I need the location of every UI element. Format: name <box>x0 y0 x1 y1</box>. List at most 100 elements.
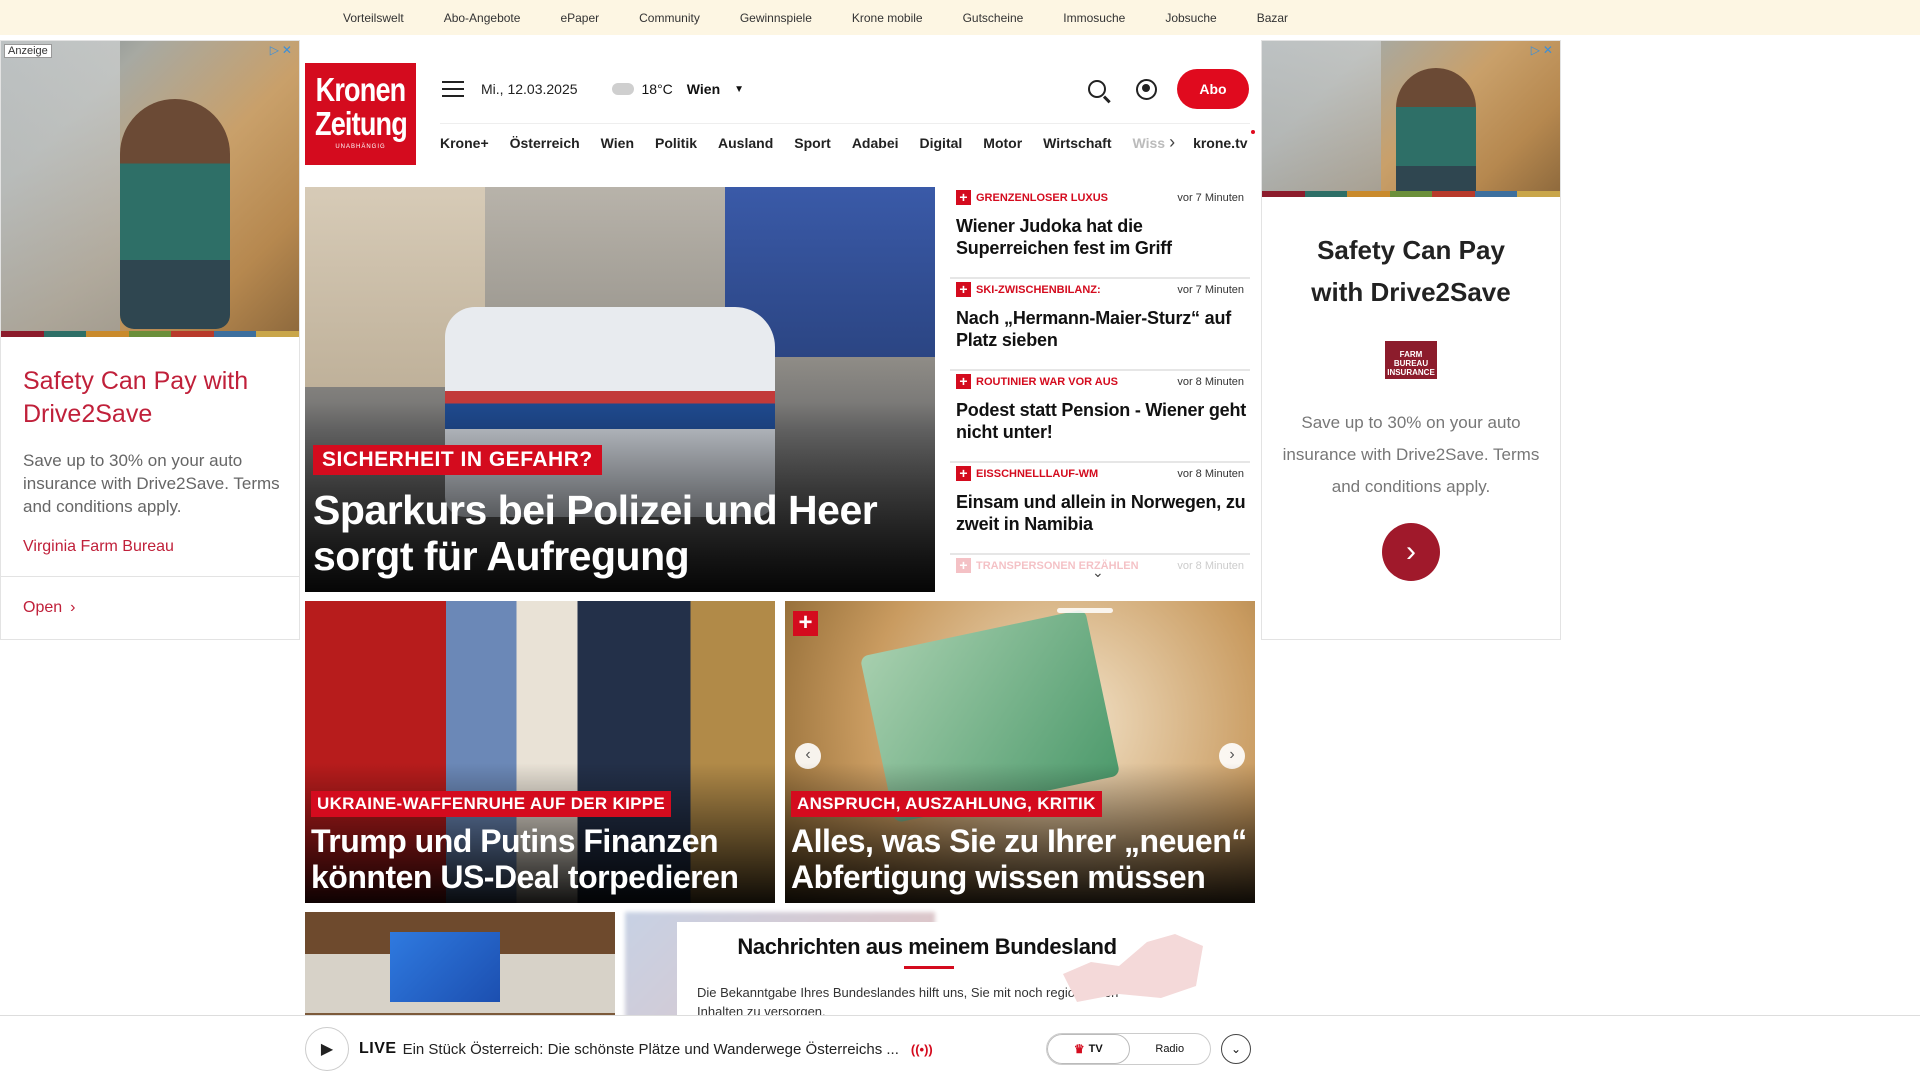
ad-cta-button[interactable]: › <box>1382 523 1440 581</box>
logo-tagline: UNABHÄNGIG <box>335 144 386 150</box>
ad-color-stripe <box>1 331 300 337</box>
news-title[interactable]: Einsam und allein in Norwegen, zu zweit … <box>956 491 1250 535</box>
news-time: vor 7 Minuten <box>1177 191 1244 204</box>
topbar-link-community[interactable]: Community <box>639 11 700 25</box>
live-title[interactable]: Ein Stück Österreich: Die schönste Plätz… <box>403 1041 899 1058</box>
abo-button[interactable]: Abo <box>1177 69 1249 109</box>
ad-title[interactable]: Safety Can Pay with Drive2Save <box>23 365 283 431</box>
news-title[interactable]: Wiener Judoka hat die Superreichen fest … <box>956 215 1250 259</box>
utility-bar: Vorteilswelt Abo-Angebote ePaper Communi… <box>0 0 1920 35</box>
list-item[interactable]: + GRENZENLOSER LUXUS vor 7 Minuten Wiener… <box>950 187 1250 279</box>
live-player-bar: ▶ LIVE Ein Stück Österreich: Die schönst… <box>0 1015 1920 1080</box>
menu-icon[interactable] <box>442 81 464 97</box>
news-kicker: ROUTINIER WAR VOR AUS <box>976 375 1118 388</box>
nav-item-motor[interactable]: Motor <box>983 135 1022 151</box>
city-selector[interactable]: Wien <box>687 81 720 97</box>
nav-item-krone-tv[interactable]: krone.tv <box>1193 129 1256 151</box>
search-icon[interactable] <box>1088 80 1106 98</box>
play-icon[interactable]: ▶ <box>305 1027 349 1071</box>
radio-toggle-option[interactable]: Radio <box>1130 1034 1211 1064</box>
left-ad[interactable]: Anzeige ▷✕ Safety Can Pay with Drive2Sav… <box>0 40 300 640</box>
ad-stripe-segment <box>1474 191 1518 197</box>
hero-headline[interactable]: Sparkurs bei Polizei und Heer sorgt für … <box>313 487 923 579</box>
list-item[interactable]: + SKI-ZWISCHENBILANZ: vor 7 Minuten Nach … <box>950 279 1250 371</box>
ad-stripe-segment <box>1304 191 1348 197</box>
ad-color-stripe <box>1262 191 1561 197</box>
card-headline[interactable]: Alles, was Sie zu Ihrer „neuen“ Abfertig… <box>791 823 1251 895</box>
topbar-link-gutscheine[interactable]: Gutscheine <box>963 11 1024 25</box>
user-icon[interactable] <box>1136 78 1157 100</box>
ad-photo[interactable] <box>1 41 299 331</box>
card-kicker: ANSPRUCH, AUSZAHLUNG, KRITIK <box>791 791 1102 817</box>
kronen-zeitung-logo[interactable]: Kronen Zeitung UNABHÄNGIG <box>305 63 416 165</box>
topbar-link-immosuche[interactable]: Immosuche <box>1063 11 1125 25</box>
nav-item-wissen[interactable]: Wiss <box>1133 135 1166 151</box>
main-navigation: Krone+ Österreich Wien Politik Ausland S… <box>440 123 1256 161</box>
ad-divider <box>1 576 299 577</box>
news-title[interactable]: Nach „Hermann-Maier-Sturz“ auf Platz sie… <box>956 307 1250 351</box>
list-item[interactable]: + ROUTINIER WAR VOR AUS vor 8 Minuten Pod… <box>950 371 1250 463</box>
nav-item-ausland[interactable]: Ausland <box>718 135 773 151</box>
tv-toggle-option[interactable]: ♛ TV <box>1047 1034 1130 1064</box>
chevron-down-icon[interactable]: ⌄ <box>1092 564 1104 581</box>
card-headline[interactable]: Trump und Putins Finanzen könnten US-Dea… <box>311 823 771 895</box>
adchoices-icon[interactable]: ▷✕ <box>270 43 295 57</box>
live-label: LIVE <box>359 1040 397 1057</box>
adchoices-icon[interactable]: ▷✕ <box>1531 43 1556 57</box>
news-time: vor 8 Minuten <box>1177 467 1244 480</box>
ad-stripe-segment <box>171 331 214 337</box>
nav-item-oesterreich[interactable]: Österreich <box>510 135 580 151</box>
ad-stripe-segment <box>128 331 172 337</box>
news-time: vor 8 Minuten <box>1177 375 1244 388</box>
topbar-link-jobsuche[interactable]: Jobsuche <box>1165 11 1216 25</box>
nav-item-sport[interactable]: Sport <box>794 135 831 151</box>
ad-stripe-segment <box>86 331 129 337</box>
nav-item-digital[interactable]: Digital <box>920 135 963 151</box>
news-time: vor 7 Minuten <box>1177 283 1244 296</box>
chevron-down-icon[interactable]: ⌄ <box>1221 1034 1251 1064</box>
ad-advertiser[interactable]: Virginia Farm Bureau <box>23 538 299 556</box>
ad-stripe-segment <box>1389 191 1433 197</box>
ad-photo[interactable] <box>1262 41 1560 191</box>
ad-body: Save up to 30% on your auto insurance wi… <box>1282 413 1540 496</box>
hero-article[interactable]: SICHERHEIT IN GEFAHR? Sparkurs bei Poliz… <box>305 187 935 592</box>
news-title[interactable]: Podest statt Pension - Wiener geht nicht… <box>956 399 1250 443</box>
krone-plus-icon: + <box>956 190 971 205</box>
ad-title[interactable]: Safety Can Pay with Drive2Save <box>1262 229 1560 313</box>
tv-label: TV <box>1088 1043 1103 1055</box>
radio-label: Radio <box>1155 1043 1185 1055</box>
chevron-down-icon[interactable]: ▼ <box>734 84 744 95</box>
topbar-link-vorteilswelt[interactable]: Vorteilswelt <box>343 11 404 25</box>
topbar-link-epaper[interactable]: ePaper <box>560 11 599 25</box>
nav-item-wirtschaft[interactable]: Wirtschaft <box>1043 135 1111 151</box>
chevron-right-icon: › <box>70 599 76 616</box>
chevron-right-icon: › <box>1406 535 1416 568</box>
topbar-link-bazar[interactable]: Bazar <box>1257 11 1288 25</box>
krone-plus-icon: + <box>956 282 971 297</box>
logo-line-2: Zeitung <box>314 105 408 142</box>
bundesland-title: Nachrichten aus meinem Bundesland <box>737 934 1117 959</box>
logo-line-1: Kronen <box>315 71 407 108</box>
tv-radio-toggle[interactable]: ♛ TV Radio <box>1046 1033 1211 1065</box>
chevron-right-icon[interactable]: › <box>1169 132 1175 153</box>
article-card[interactable]: UKRAINE-WAFFENRUHE AUF DER KIPPE Trump u… <box>305 601 775 903</box>
nav-item-adabei[interactable]: Adabei <box>852 135 899 151</box>
nav-item-krone-plus[interactable]: Krone+ <box>440 135 489 151</box>
right-ad[interactable]: ▷✕ Safety Can Pay with Drive2Save FARM B… <box>1261 40 1561 640</box>
topbar-link-krone-mobile[interactable]: Krone mobile <box>852 11 923 25</box>
article-carousel-card[interactable]: + ‹ › ANSPRUCH, AUSZAHLUNG, KRITIK Alles… <box>785 601 1255 903</box>
hero-kicker: SICHERHEIT IN GEFAHR? <box>313 445 602 475</box>
krone-plus-icon: + <box>956 466 971 481</box>
topbar-link-gewinnspiele[interactable]: Gewinnspiele <box>740 11 812 25</box>
list-item[interactable]: + EISSCHNELLLAUF-WM vor 8 Minuten Einsam … <box>950 463 1250 555</box>
nav-item-wien[interactable]: Wien <box>601 135 634 151</box>
news-time: vor 8 Minuten <box>1177 559 1244 572</box>
topbar-link-abo-angebote[interactable]: Abo-Angebote <box>444 11 521 25</box>
title-underline <box>904 966 954 969</box>
nav-item-politik[interactable]: Politik <box>655 135 697 151</box>
ad-open-button[interactable]: Open › <box>23 599 75 617</box>
carousel-pager <box>1057 608 1113 613</box>
farm-bureau-logo: FARM BUREAU INSURANCE <box>1385 341 1437 379</box>
ad-stripe-segment <box>1347 191 1390 197</box>
broadcast-icon: ((•)) <box>910 1041 933 1057</box>
